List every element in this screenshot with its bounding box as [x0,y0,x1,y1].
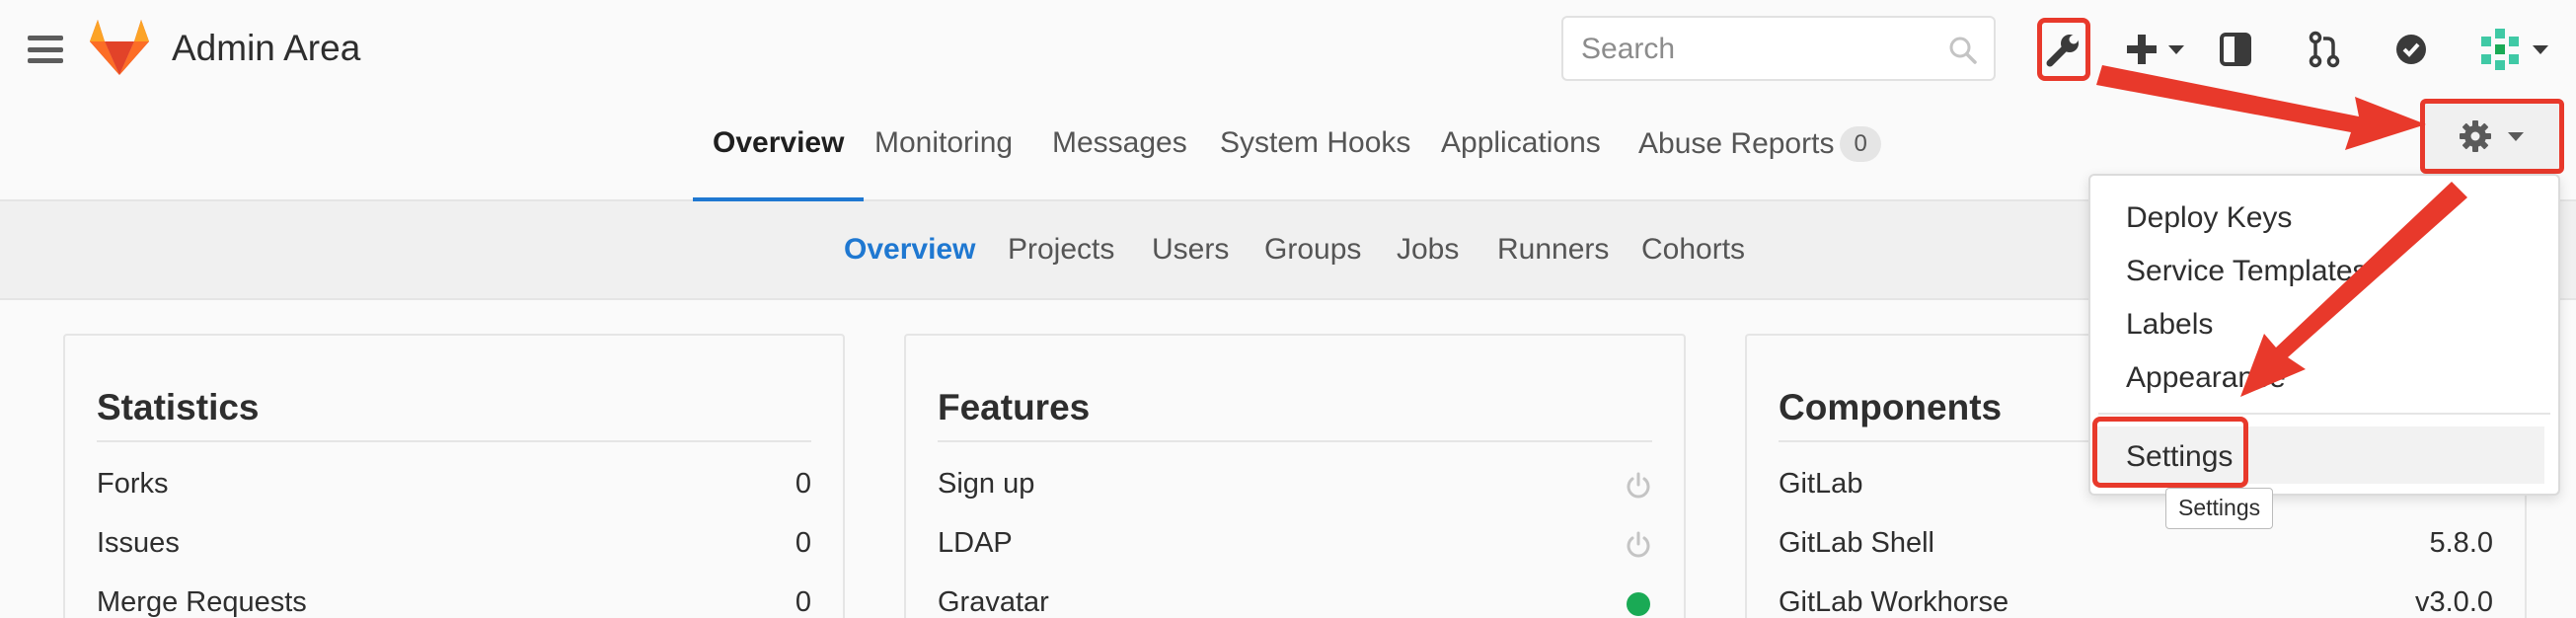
tab-monitoring[interactable]: Monitoring [874,126,1013,201]
stat-label: Merge Requests [97,586,307,618]
subnav-runners[interactable]: Runners [1497,233,1609,267]
statistics-panel: Statistics Forks 0 Issues 0 Merge Reques… [63,334,845,618]
feature-label: LDAP [938,527,1013,559]
stat-row-merge-requests: Merge Requests 0 [97,586,811,618]
chevron-down-icon [2533,45,2548,54]
menu-item-labels[interactable]: Labels [2126,308,2213,342]
feature-row-sign-up: Sign up [938,468,1652,507]
new-dropdown-button[interactable] [2120,22,2191,77]
stat-row-forks: Forks 0 [97,468,811,507]
component-label: GitLab [1779,468,1863,500]
stat-value: 0 [795,586,811,618]
merge-requests-button[interactable] [2300,22,2349,77]
app-title: Admin Area [172,28,361,68]
features-panel: Features Sign up LDAP Gravatar [904,334,1686,618]
feature-label: Gravatar [938,586,1049,618]
tab-abuse-reports[interactable]: Abuse Reports 0 [1638,126,1881,201]
search-icon [1949,37,1977,64]
feature-label: Sign up [938,468,1035,500]
admin-area-button[interactable] [2037,18,2090,81]
component-label: GitLab Shell [1779,527,1934,559]
divider [97,440,811,442]
plus-icon [2127,35,2157,64]
subnav-users[interactable]: Users [1152,233,1229,267]
tab-overview[interactable]: Overview [693,126,865,201]
stat-value: 0 [795,468,811,500]
menu-item-service-templates[interactable]: Service Templates [2126,255,2368,288]
gear-icon [2460,120,2491,152]
tab-messages[interactable]: Messages [1052,126,1187,201]
component-label: GitLab Workhorse [1779,586,2009,618]
panel-title: Components [1779,387,2003,427]
feature-row-gravatar: Gravatar [938,586,1652,618]
settings-dropdown-button[interactable] [2420,99,2564,174]
gitlab-logo[interactable] [89,20,150,75]
divider [938,440,1652,442]
user-menu-button[interactable] [2473,22,2554,77]
abuse-count-badge: 0 [1840,126,1881,162]
subnav-jobs[interactable]: Jobs [1397,233,1459,267]
power-off-icon [1627,472,1650,499]
tab-applications[interactable]: Applications [1441,126,1601,201]
subnav-overview[interactable]: Overview [844,233,975,267]
menu-divider [2098,413,2550,415]
panel-title: Statistics [97,387,260,427]
subnav-groups[interactable]: Groups [1264,233,1361,267]
search-input[interactable] [1581,30,1936,69]
sidebar-toggle-icon [2220,33,2251,66]
menu-icon[interactable] [28,36,63,63]
chevron-down-icon [2508,132,2524,141]
settings-tooltip: Settings [2165,488,2274,529]
power-off-icon [1627,531,1650,558]
component-row-gitlab-workhorse: GitLab Workhorse v3.0.0 [1779,586,2493,618]
stat-label: Forks [97,468,169,500]
stat-value: 0 [795,527,811,559]
panel-title: Features [938,387,1091,427]
component-row-gitlab-shell: GitLab Shell 5.8.0 [1779,527,2493,567]
wrench-icon [2046,35,2079,67]
stat-label: Issues [97,527,180,559]
stat-row-issues: Issues 0 [97,527,811,567]
menu-item-appearance[interactable]: Appearance [2126,361,2286,395]
subnav-projects[interactable]: Projects [1008,233,1114,267]
tab-system-hooks[interactable]: System Hooks [1220,126,1410,201]
feature-row-ldap: LDAP [938,527,1652,567]
todos-button[interactable] [2387,22,2436,77]
component-version: v3.0.0 [2415,586,2493,618]
top-navbar: Admin Area [0,0,2576,99]
subnav-cohorts[interactable]: Cohorts [1641,233,1745,267]
status-on-icon [1627,592,1650,616]
settings-annotation-box [2092,417,2248,488]
avatar [2481,29,2519,70]
menu-item-deploy-keys[interactable]: Deploy Keys [2126,201,2292,235]
search-box[interactable] [1561,16,1996,81]
sidebar-toggle-button[interactable] [2211,22,2260,77]
todo-check-icon [2396,35,2426,64]
chevron-down-icon [2168,45,2184,54]
component-version: 5.8.0 [2429,527,2494,559]
merge-request-icon [2309,31,2340,68]
